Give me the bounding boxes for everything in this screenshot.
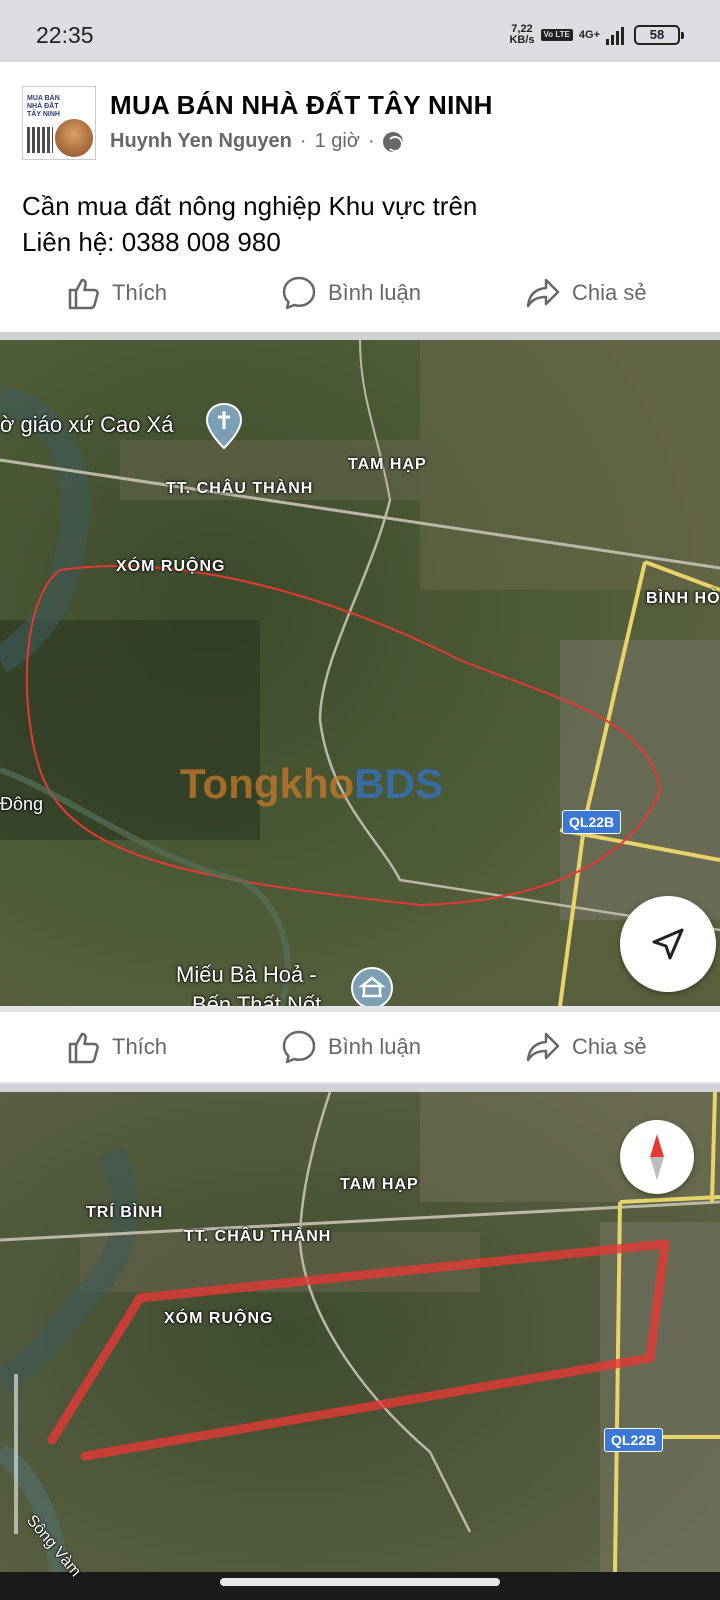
comment-button[interactable]: Bình luận xyxy=(280,274,421,312)
temple-pin-icon[interactable] xyxy=(350,966,394,1006)
share-button-2[interactable]: Chia sẻ xyxy=(524,1028,647,1066)
separator xyxy=(0,332,720,340)
share-icon xyxy=(526,278,560,308)
share-label: Chia sẻ xyxy=(572,280,647,305)
like-button-2[interactable]: Thích xyxy=(64,1028,167,1066)
comment-button-2[interactable]: Bình luận xyxy=(280,1028,421,1066)
comment-label-2: Bình luận xyxy=(328,1034,421,1059)
watermark-part-b: BDS xyxy=(354,760,443,807)
signal-icon xyxy=(606,27,624,45)
comment-label: Bình luận xyxy=(328,280,421,305)
avatar-photo xyxy=(53,117,95,159)
map-label-mieu-2: Bến Thất Nốt xyxy=(192,992,322,1006)
meta-separator: · xyxy=(299,130,307,152)
post-meta: Huynh Yen Nguyen · 1 giờ · xyxy=(110,130,403,153)
image-actions-bar: Thích Bình luận Chia sẻ xyxy=(0,1012,720,1082)
map-image-1[interactable]: ờ giáo xứ Cao Xá TAM HẠP TT. CHÂU THÀNH … xyxy=(0,340,720,1006)
network-speed: 7,22 KB/s xyxy=(509,24,534,46)
battery-icon: 58 xyxy=(634,25,684,45)
map2-label-tam-hap: TAM HẠP xyxy=(340,1176,419,1193)
watermark: TongkhoBDS xyxy=(180,760,443,808)
navigate-button[interactable] xyxy=(620,896,716,992)
map-label-chau-thanh: TT. CHÂU THÀNH xyxy=(166,480,314,497)
status-bar: 22:35 7,22 KB/s Vo LTE 4G+ 58 xyxy=(0,0,720,62)
thumbs-up-icon xyxy=(68,278,99,310)
watermark-part-a: Tongkho xyxy=(180,760,355,807)
map-label-church: ờ giáo xứ Cao Xá xyxy=(0,412,174,437)
status-time: 22:35 xyxy=(36,22,94,48)
globe-icon xyxy=(382,131,403,152)
satellite-map-2 xyxy=(0,1092,720,1572)
map-label-mieu-1: Miếu Bà Hoả - xyxy=(176,962,317,987)
group-avatar[interactable]: MUA BÁN NHÀ ĐẤT TÂY NINH xyxy=(22,86,96,160)
like-button[interactable]: Thích xyxy=(64,274,167,312)
comment-icon xyxy=(282,276,316,310)
road-badge-ql22b-2: QL22B xyxy=(604,1428,664,1452)
avatar-text: MUA BÁN NHÀ ĐẤT TÂY NINH xyxy=(27,95,60,118)
like-label: Thích xyxy=(112,280,168,305)
compass-icon xyxy=(650,1134,664,1180)
map-label-xom-ruong: XÓM RUỘNG xyxy=(116,558,226,575)
share-button[interactable]: Chia sẻ xyxy=(524,274,647,312)
map-label-dong: Đông xyxy=(0,794,44,814)
comment-icon xyxy=(282,1030,316,1064)
post-time[interactable]: 1 giờ xyxy=(315,130,360,153)
network-speed-unit: KB/s xyxy=(509,34,535,46)
meta-separator-2: · xyxy=(367,130,375,152)
group-name[interactable]: MUA BÁN NHÀ ĐẤT TÂY NINH xyxy=(110,90,493,121)
satellite-map-1 xyxy=(0,340,720,1006)
post-text-line-1: Cần mua đất nông nghiệp Khu vực trên xyxy=(22,191,478,221)
post-actions-bar: Thích Bình luận Chia sẻ xyxy=(0,258,720,328)
map2-label-tri-binh: TRÍ BÌNH xyxy=(86,1204,164,1221)
like-label-2: Thích xyxy=(112,1034,168,1059)
map2-label-chau-thanh: TT. CHÂU THÀNH xyxy=(184,1228,332,1245)
map-label-binh-ho: BÌNH HÒ xyxy=(646,590,720,607)
map-image-2[interactable]: TAM HẠP TRÍ BÌNH TT. CHÂU THÀNH XÓM RUỘN… xyxy=(0,1092,720,1600)
author-name[interactable]: Huynh Yen Nguyen xyxy=(110,130,292,153)
thumbs-up-icon xyxy=(68,1032,99,1064)
status-icons: 7,22 KB/s Vo LTE 4G+ 58 xyxy=(509,22,684,48)
share-label-2: Chia sẻ xyxy=(572,1034,647,1059)
qr-code-icon xyxy=(27,127,53,153)
post-text: Cần mua đất nông nghiệp Khu vực trên Liê… xyxy=(22,188,477,260)
share-icon xyxy=(526,1032,560,1062)
volte-icon: Vo LTE xyxy=(540,29,573,41)
network-type: 4G+ xyxy=(578,28,600,41)
map2-label-xom-ruong: XÓM RUỘNG xyxy=(164,1310,274,1327)
road-badge-ql22b: QL22B xyxy=(562,810,622,834)
church-pin-icon[interactable] xyxy=(204,402,244,450)
map-label-tam-hap: TAM HẠP xyxy=(348,456,427,473)
post-text-line-2: Liên hệ: 0388 008 980 xyxy=(22,227,281,257)
navigation-arrow-icon xyxy=(652,928,684,960)
compass-button[interactable] xyxy=(620,1120,694,1194)
home-indicator[interactable] xyxy=(220,1578,500,1586)
separator-2 xyxy=(0,1084,720,1092)
